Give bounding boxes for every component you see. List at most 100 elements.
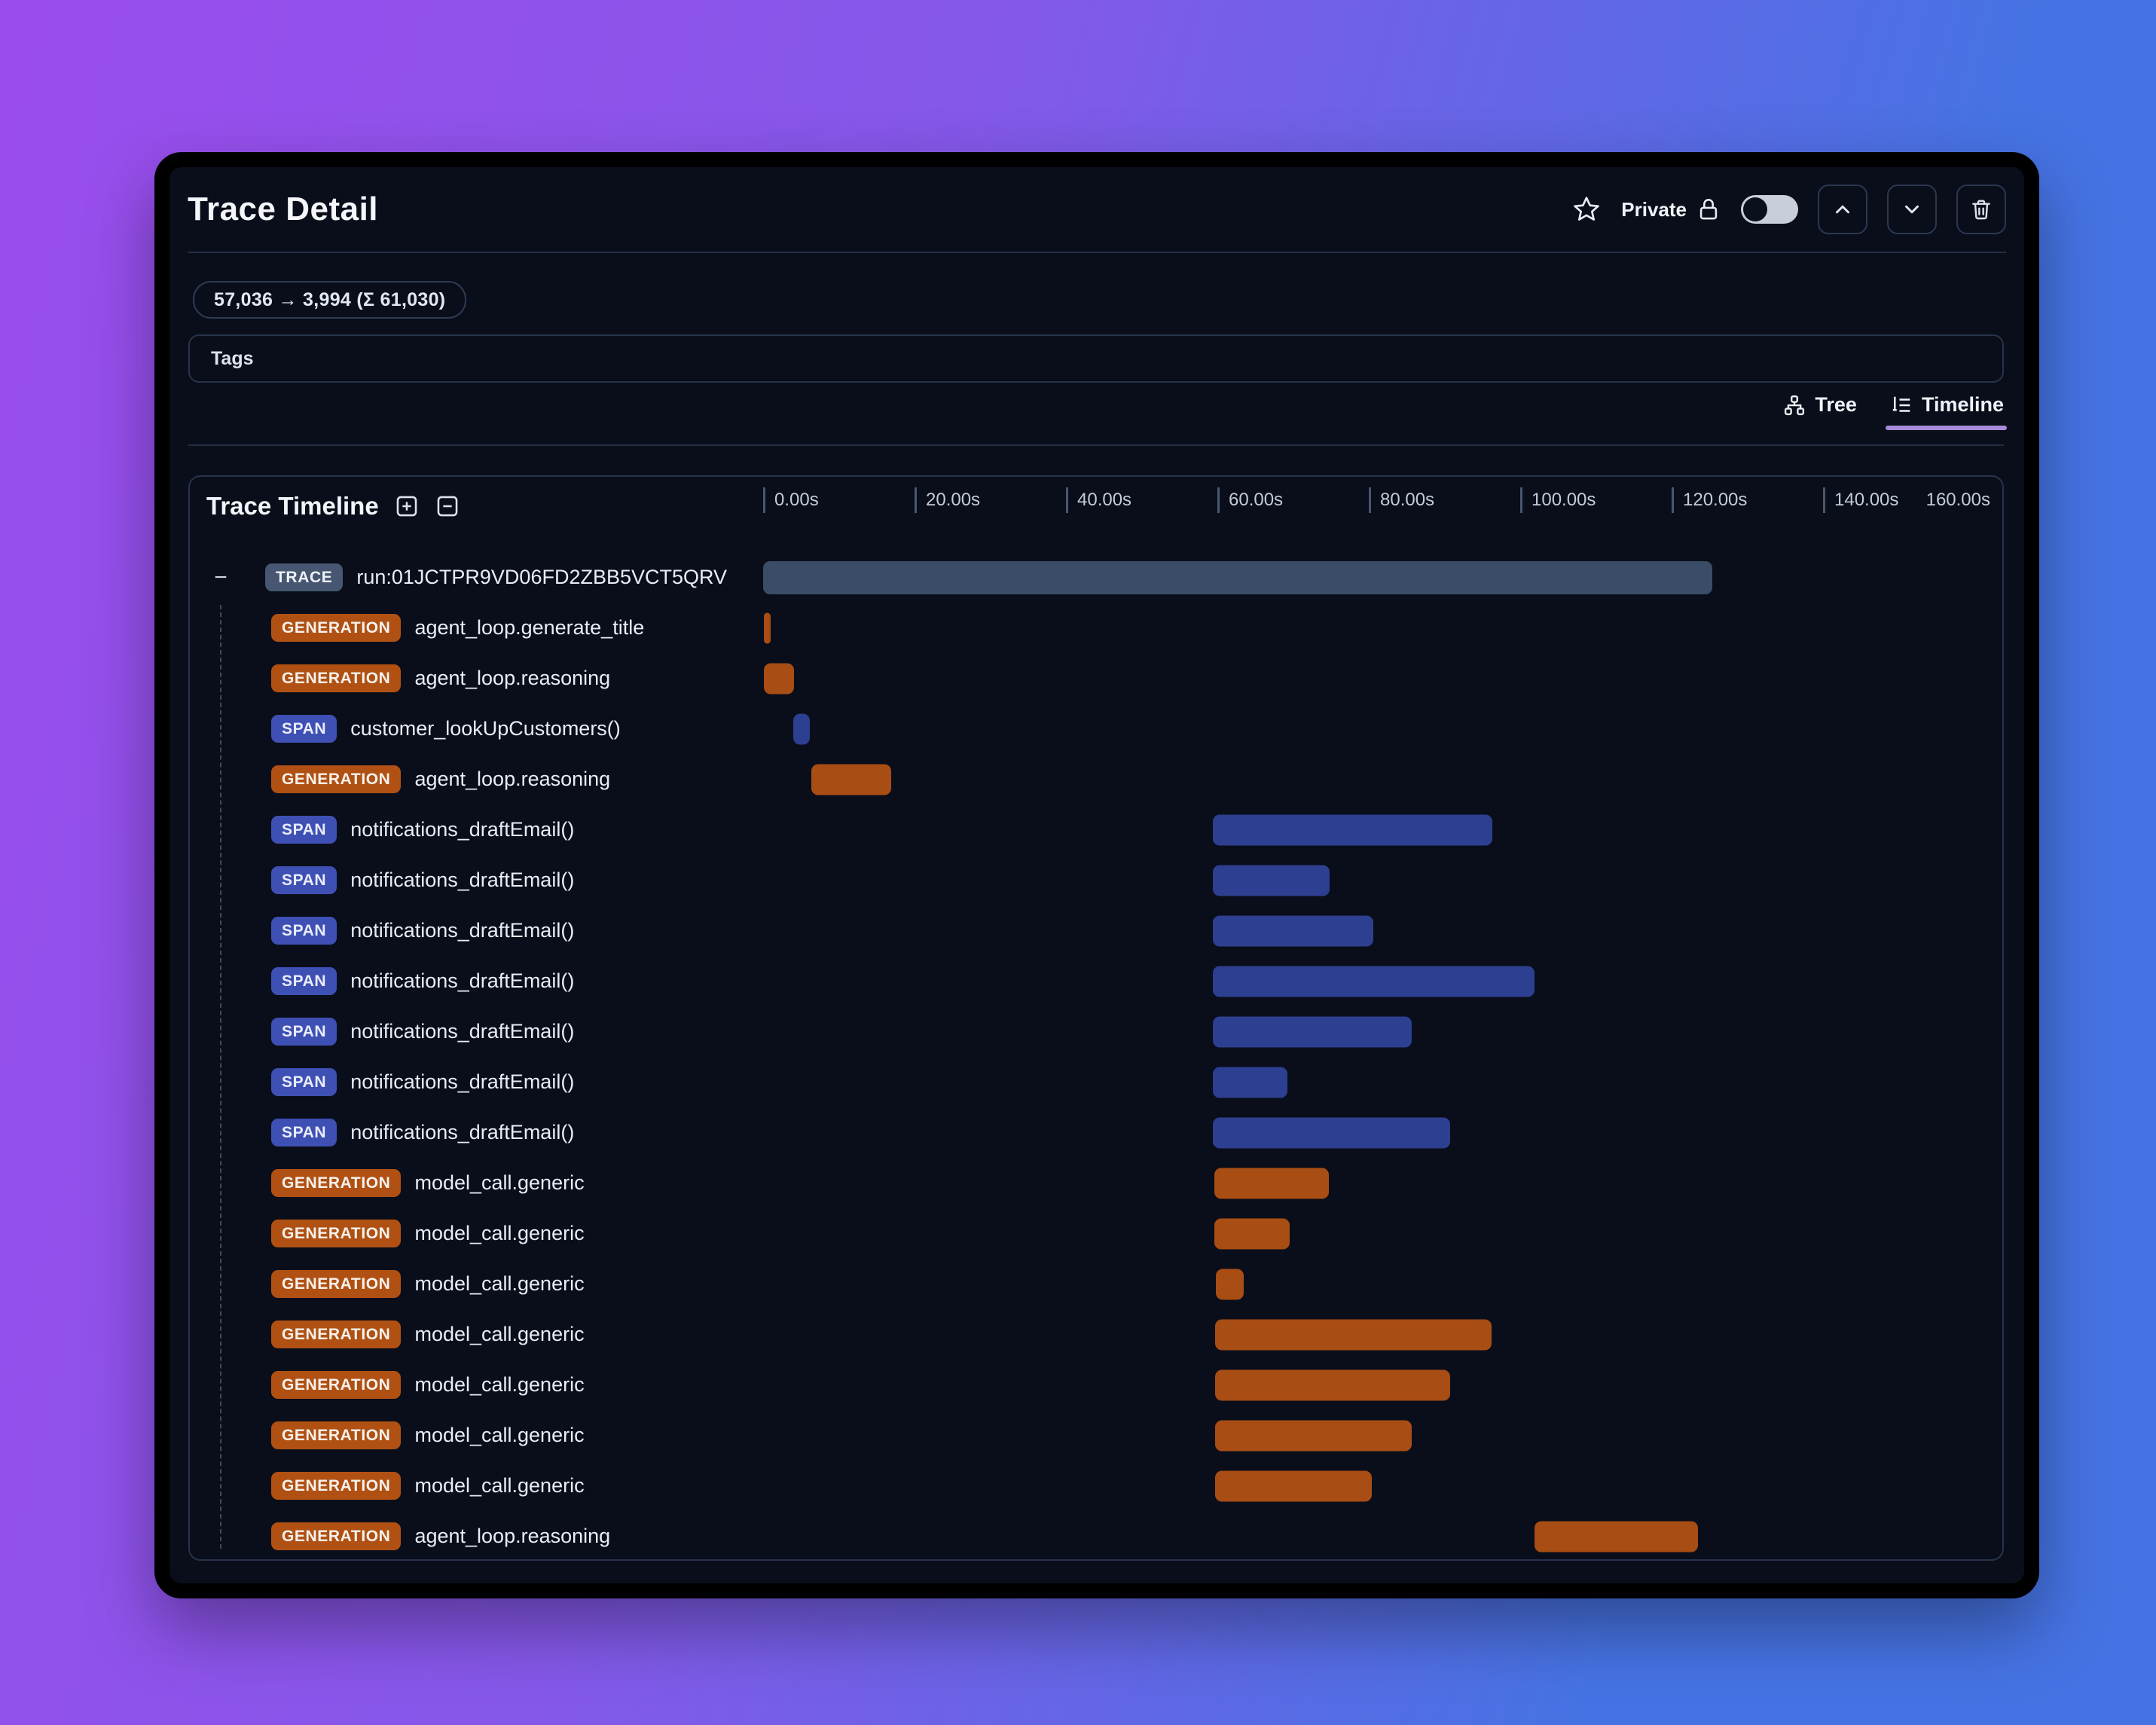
duration-bar[interactable]	[1214, 1168, 1329, 1198]
timeline-row[interactable]: − SPAN notifications_draftEmail()	[190, 1057, 2002, 1107]
duration-bar[interactable]	[1214, 1218, 1290, 1249]
tags-field[interactable]: Tags	[188, 334, 2004, 383]
row-type-badge: GENERATION	[271, 1270, 402, 1298]
tab-tree[interactable]: Tree	[1783, 393, 1857, 430]
row-name: customer_lookUpCustomers()	[350, 717, 621, 740]
timeline-row[interactable]: − GENERATION agent_loop.reasoning	[190, 653, 2002, 704]
duration-bar[interactable]	[1535, 1521, 1699, 1552]
axis-tick: 100.00s	[1520, 487, 1596, 513]
axis-tick-label: 40.00s	[1077, 490, 1132, 510]
row-type-badge: SPAN	[271, 1119, 337, 1146]
tab-tree-label: Tree	[1815, 393, 1857, 416]
row-name: model_call.generic	[414, 1272, 585, 1295]
duration-bar[interactable]	[1212, 814, 1492, 845]
row-type-badge: SPAN	[271, 917, 337, 945]
navigate-up-button[interactable]	[1818, 185, 1867, 234]
tab-timeline-label: Timeline	[1921, 393, 2004, 416]
token-usage-badge: 57,036 → 3,994 (Σ 61,030)	[193, 281, 467, 319]
axis-tick: 40.00s	[1066, 487, 1131, 513]
navigate-down-button[interactable]	[1887, 185, 1937, 234]
row-name: notifications_draftEmail()	[350, 1121, 575, 1143]
row-type-badge: SPAN	[271, 967, 337, 995]
row-type-badge: SPAN	[271, 1068, 337, 1096]
axis-tick: 20.00s	[915, 487, 980, 513]
duration-bar[interactable]	[1215, 1269, 1244, 1299]
timeline-row[interactable]: − GENERATION model_call.generic	[190, 1208, 2002, 1259]
row-name: notifications_draftEmail()	[350, 869, 575, 891]
row-type-badge: GENERATION	[271, 1320, 402, 1348]
duration-bar[interactable]	[763, 560, 1713, 594]
axis-tick: 0.00s	[763, 487, 819, 513]
tabs-divider	[188, 444, 2004, 446]
duration-bar[interactable]	[1214, 1319, 1492, 1350]
timeline-row[interactable]: − GENERATION model_call.generic	[190, 1158, 2002, 1208]
tags-label: Tags	[211, 347, 254, 369]
axis-tick-label: 120.00s	[1683, 490, 1748, 510]
row-name: agent_loop.generate_title	[414, 616, 645, 639]
privacy-control: Private	[1621, 197, 1721, 222]
timeline-row[interactable]: − SPAN notifications_draftEmail()	[190, 1107, 2002, 1158]
duration-bar[interactable]	[1212, 915, 1374, 946]
timeline-row[interactable]: − GENERATION model_call.generic	[190, 1360, 2002, 1410]
privacy-toggle[interactable]	[1741, 195, 1798, 224]
page-title: Trace Detail	[188, 191, 379, 227]
axis-tick-label: 140.00s	[1834, 490, 1899, 510]
row-type-badge: SPAN	[271, 816, 337, 844]
timeline-row[interactable]: − SPAN customer_lookUpCustomers()	[190, 704, 2002, 754]
row-name: model_call.generic	[414, 1474, 585, 1497]
duration-bar[interactable]	[1212, 966, 1535, 997]
timeline-row[interactable]: − GENERATION agent_loop.reasoning	[190, 1511, 2002, 1559]
timeline-row[interactable]: − SPAN notifications_draftEmail()	[190, 905, 2002, 956]
duration-bar[interactable]	[1212, 1067, 1288, 1098]
timeline-icon	[1890, 394, 1913, 417]
row-type-badge: GENERATION	[271, 1220, 402, 1247]
timeline-row[interactable]: − GENERATION agent_loop.generate_title	[190, 603, 2002, 653]
duration-bar[interactable]	[1214, 1369, 1450, 1400]
axis-tick-label: 20.00s	[926, 490, 981, 510]
duration-bar[interactable]	[1214, 1470, 1373, 1501]
duration-bar[interactable]	[764, 663, 795, 694]
row-type-badge: GENERATION	[271, 614, 402, 642]
duration-bar[interactable]	[793, 713, 811, 744]
row-type-badge: GENERATION	[271, 1421, 402, 1449]
delete-button[interactable]	[1956, 185, 2006, 234]
timeline-row[interactable]: − GENERATION agent_loop.reasoning	[190, 754, 2002, 804]
timeline-row[interactable]: − SPAN notifications_draftEmail()	[190, 804, 2002, 855]
duration-bar[interactable]	[811, 764, 891, 795]
duration-bar[interactable]	[1212, 865, 1330, 896]
row-name: model_call.generic	[414, 1171, 585, 1194]
timeline-row[interactable]: − TRACE run:01JCTPR9VD06FD2ZBB5VCT5QRV	[190, 552, 2002, 603]
row-type-badge: GENERATION	[271, 1522, 402, 1550]
timeline-row[interactable]: − GENERATION model_call.generic	[190, 1259, 2002, 1309]
axis-tick-label: 0.00s	[774, 490, 819, 510]
timeline-row[interactable]: − SPAN notifications_draftEmail()	[190, 1006, 2002, 1057]
timeline-row[interactable]: − SPAN notifications_draftEmail()	[190, 855, 2002, 905]
row-name: agent_loop.reasoning	[414, 667, 611, 689]
trace-timeline-panel: Trace Timeline 160.00s 0.00s 20.00s 40.00s…	[188, 475, 2004, 1561]
row-name: model_call.generic	[414, 1222, 585, 1244]
timeline-row[interactable]: − GENERATION model_call.generic	[190, 1461, 2002, 1511]
row-name: agent_loop.reasoning	[414, 1525, 611, 1547]
tab-timeline[interactable]: Timeline	[1885, 393, 2007, 430]
timeline-row[interactable]: − GENERATION model_call.generic	[190, 1410, 2002, 1461]
collapse-toggle-icon[interactable]: −	[208, 565, 234, 591]
time-axis: 160.00s 0.00s 20.00s 40.00s 60.00s 80.00s 100…	[190, 486, 2002, 522]
duration-bar[interactable]	[1212, 1016, 1412, 1047]
trace-detail-modal: Trace Detail Private 57,036 → 3,994 (Σ 6…	[154, 152, 2039, 1598]
duration-bar[interactable]	[1212, 1117, 1450, 1148]
star-icon[interactable]	[1571, 194, 1602, 224]
duration-bar[interactable]	[1214, 1420, 1412, 1451]
row-type-badge: SPAN	[271, 715, 337, 743]
axis-tick: 80.00s	[1369, 487, 1434, 513]
duration-bar[interactable]	[764, 612, 771, 643]
row-type-badge: TRACE	[265, 563, 344, 591]
row-name: agent_loop.reasoning	[414, 768, 611, 790]
row-type-badge: GENERATION	[271, 1169, 402, 1197]
row-type-badge: GENERATION	[271, 664, 402, 692]
timeline-row[interactable]: − SPAN notifications_draftEmail()	[190, 956, 2002, 1006]
axis-tick: 140.00s	[1823, 487, 1898, 513]
row-name: run:01JCTPR9VD06FD2ZBB5VCT5QRV	[356, 566, 728, 588]
timeline-row[interactable]: − GENERATION model_call.generic	[190, 1309, 2002, 1360]
row-name: notifications_draftEmail()	[350, 818, 575, 841]
active-tab-underline	[1885, 426, 2007, 430]
